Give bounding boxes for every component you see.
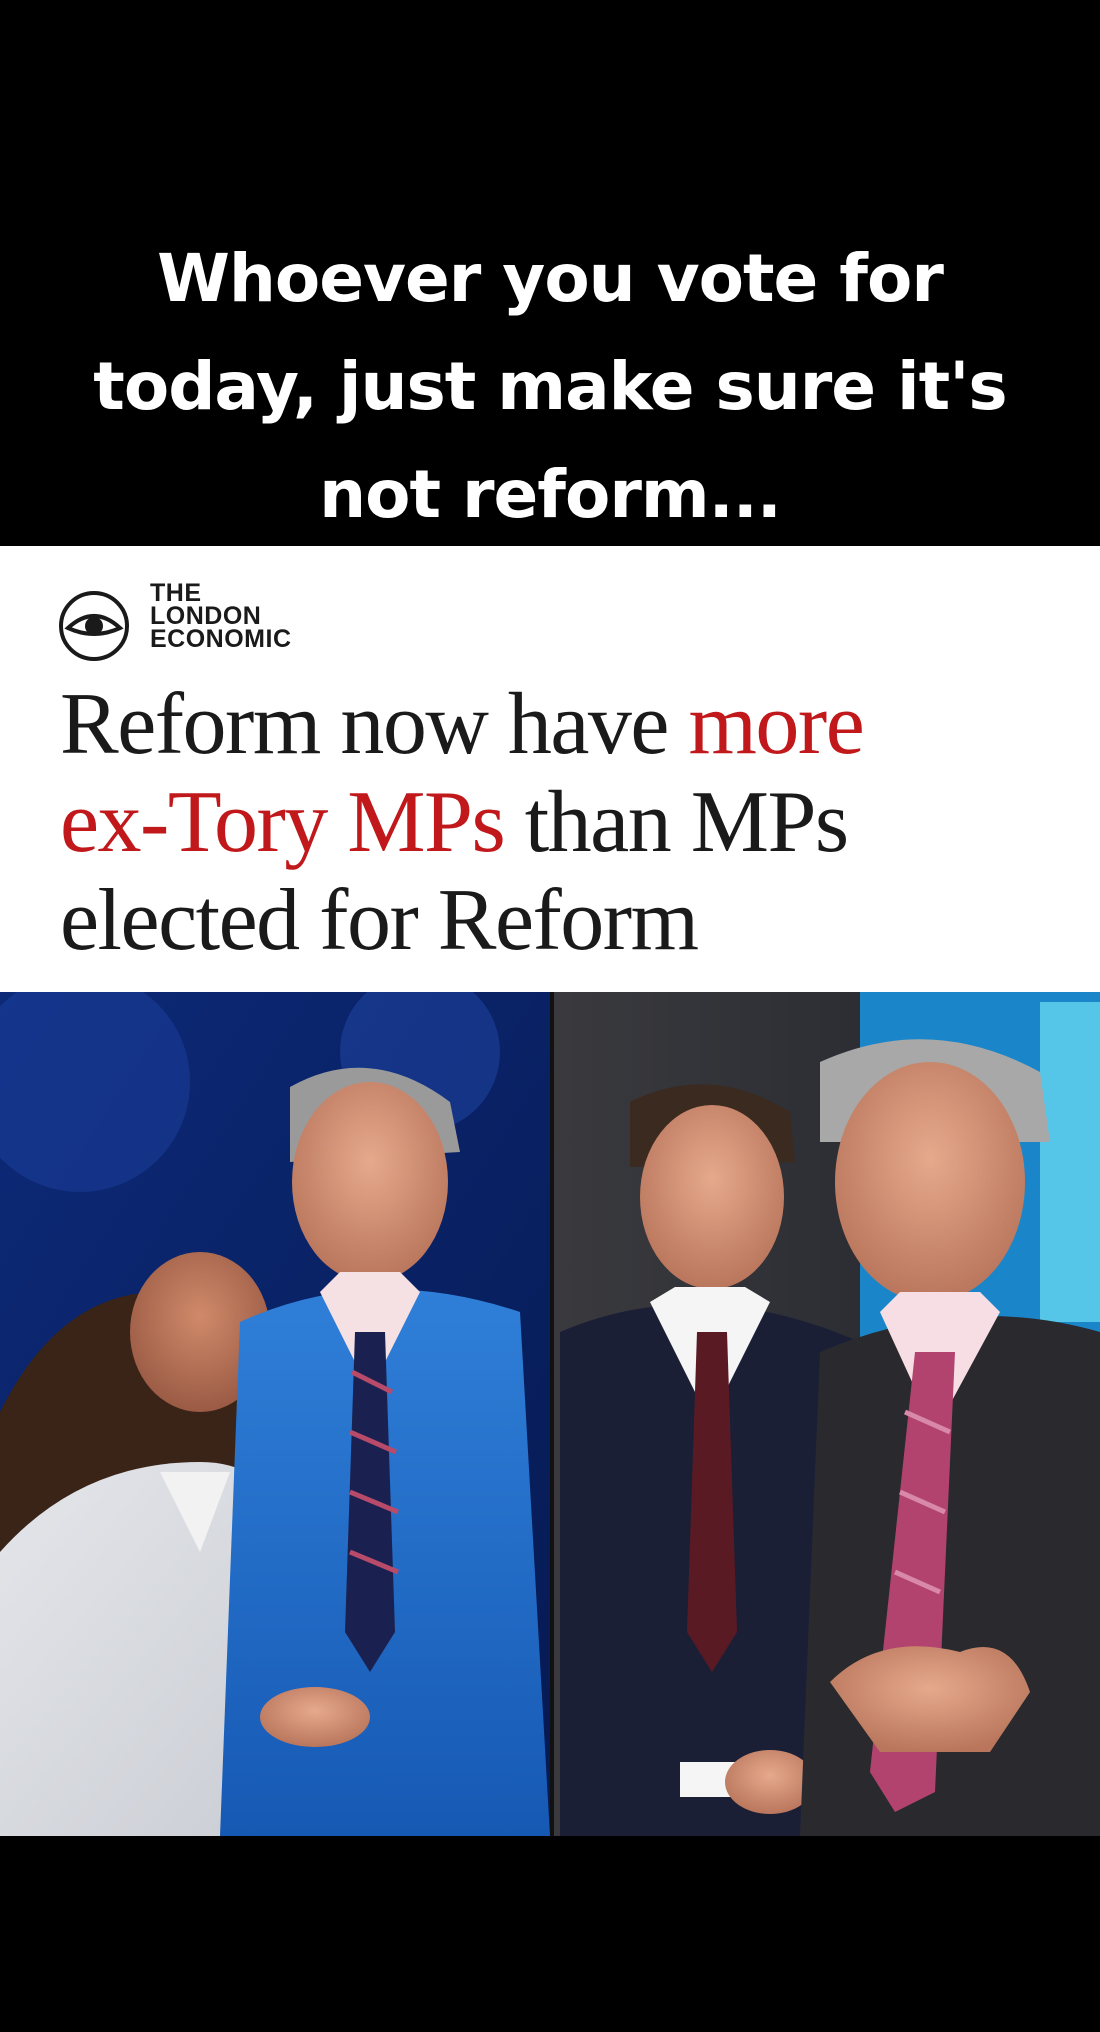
article-headline: Reform now have more ex-Tory MPs than MP…: [60, 676, 1060, 970]
headline-line-2: ex-Tory MPs than MPs: [60, 774, 1060, 872]
bottom-letterbox: [0, 1836, 1100, 2032]
photo-composite: [0, 992, 1100, 1836]
logo-wordmark: THE LONDON ECONOMIC: [150, 581, 292, 653]
headline-text-1: Reform now have: [60, 676, 689, 773]
article-photo: [0, 992, 1100, 1836]
article-card: THE LONDON ECONOMIC Reform now have more…: [0, 546, 1100, 992]
headline-text-red-1: more: [688, 676, 864, 773]
headline-line-1: Reform now have more: [60, 676, 1060, 774]
eye-icon: [59, 591, 129, 661]
headline-text-red-2: ex-Tory MPs: [60, 774, 506, 871]
video-caption: Whoever you vote for today, just make su…: [0, 225, 1100, 549]
logo-line-3: ECONOMIC: [150, 625, 292, 653]
headline-line-3: elected for Reform: [60, 872, 699, 969]
caption-line-2: today, just make sure it's: [93, 348, 1007, 425]
publication-logo: THE LONDON ECONOMIC: [58, 581, 378, 662]
caption-line-3: not reform...: [319, 456, 782, 533]
headline-text-2: than MPs: [504, 774, 849, 871]
caption-line-1: Whoever you vote for: [157, 240, 944, 317]
